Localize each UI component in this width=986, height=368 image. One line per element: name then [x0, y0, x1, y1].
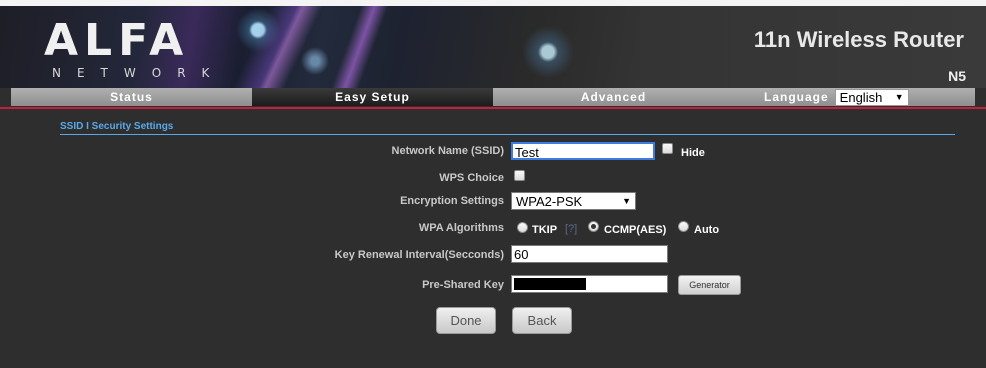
ssid-value: Test	[515, 145, 539, 160]
product-title: 11n Wireless Router	[753, 27, 964, 52]
wpa-label: WPA Algorithms	[418, 222, 504, 234]
psk-label: Pre-Shared Key	[422, 279, 504, 291]
language-value: English	[839, 89, 883, 105]
encryption-select[interactable]: WPA2-PSK ▼	[511, 192, 636, 210]
tab-easy-setup[interactable]: Easy Setup	[252, 88, 493, 106]
chevron-down-icon: ▼	[894, 92, 904, 102]
hide-label: Hide	[681, 147, 705, 159]
psk-input[interactable]	[511, 275, 668, 293]
language-select[interactable]: English ▼	[834, 88, 909, 106]
tkip-label: TKIP	[532, 224, 558, 236]
interval-value: 60	[514, 247, 529, 262]
radio-ccmp[interactable]	[588, 221, 599, 232]
auto-label: Auto	[694, 224, 720, 236]
section-title: SSID I Security Settings	[60, 121, 955, 135]
header-banner: ALFA NETWORK 11n Wireless Router N5	[0, 0, 986, 88]
back-button[interactable]: Back	[512, 307, 572, 334]
interval-input[interactable]: 60	[511, 245, 668, 263]
language-bar: Language English ▼	[734, 88, 975, 106]
interval-label: Key Renewal Interval(Secconds)	[334, 249, 504, 261]
ssid-label: Network Name (SSID)	[391, 145, 504, 157]
chevron-down-icon: ▼	[622, 196, 631, 206]
tkip-help-link[interactable]: [?]	[565, 223, 577, 235]
radio-auto[interactable]	[678, 221, 689, 232]
wps-label: WPS Choice	[439, 172, 504, 184]
main-nav: Status Easy Setup Advanced Language Engl…	[11, 88, 975, 106]
done-button[interactable]: Done	[436, 307, 496, 334]
model-name: N5	[948, 68, 966, 84]
logo-word: ALFA	[44, 15, 190, 66]
wps-checkbox[interactable]	[514, 170, 525, 181]
logo-sub: NETWORK	[52, 66, 226, 80]
language-label: Language	[764, 90, 829, 104]
hide-checkbox[interactable]	[662, 143, 673, 154]
ssid-input[interactable]: Test	[511, 142, 655, 160]
generator-button[interactable]: Generator	[678, 275, 741, 295]
tab-status[interactable]: Status	[11, 88, 252, 106]
encryption-value: WPA2-PSK	[516, 193, 583, 209]
alfa-logo: ALFA NETWORK	[44, 18, 234, 84]
psk-masked-value	[514, 278, 586, 290]
radio-tkip[interactable]	[517, 222, 528, 233]
encryption-label: Encryption Settings	[400, 195, 504, 207]
ccmp-label: CCMP(AES)	[604, 224, 667, 236]
nav-divider	[0, 107, 986, 109]
tab-advanced[interactable]: Advanced	[493, 88, 734, 106]
